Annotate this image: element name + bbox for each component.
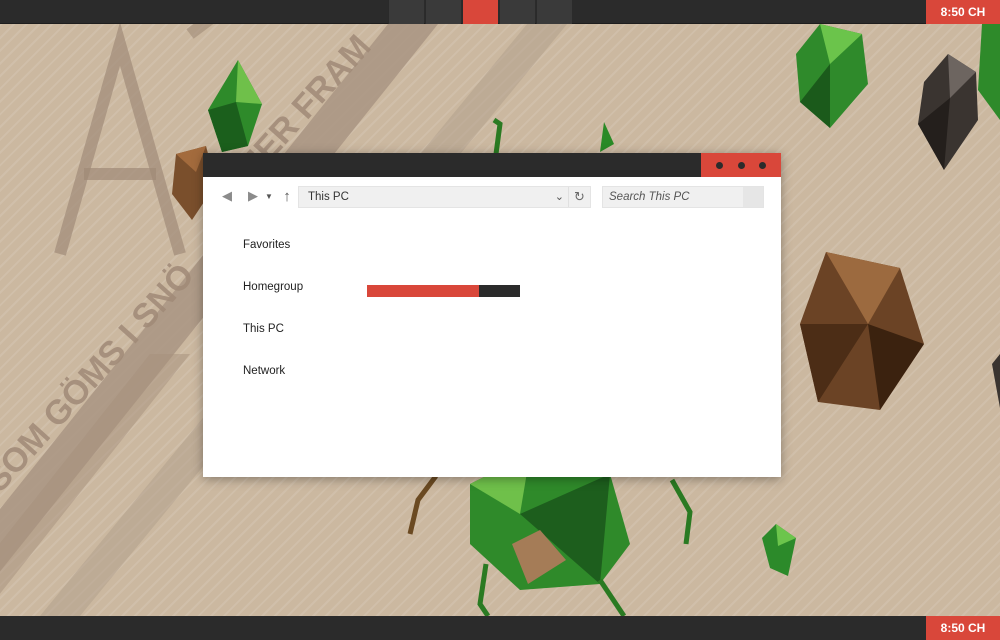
search-box — [602, 186, 764, 208]
maximize-button[interactable] — [737, 161, 745, 169]
nav-item-network[interactable]: Network — [243, 365, 363, 407]
up-arrow-icon[interactable]: ↑ — [277, 186, 297, 206]
minimize-button[interactable] — [715, 161, 723, 169]
back-arrow-icon[interactable]: ◀ — [217, 186, 237, 206]
search-icon[interactable] — [743, 187, 763, 207]
close-button[interactable] — [759, 161, 767, 169]
taskbar-button-4[interactable] — [536, 0, 572, 24]
refresh-icon[interactable]: ↻ — [568, 187, 590, 207]
address-bar[interactable]: This PC ⌄ ↻ — [298, 186, 591, 208]
file-explorer-window: ◀ ▶ ▼ ↑ This PC ⌄ ↻ Favorites Homegroup … — [203, 153, 781, 477]
window-controls — [701, 153, 781, 177]
taskbar-clock[interactable]: 8:50 CH — [926, 0, 1000, 24]
loading-progress-bar — [367, 285, 520, 297]
nav-item-this-pc[interactable]: This PC — [243, 323, 363, 365]
nav-item-favorites[interactable]: Favorites — [243, 239, 363, 281]
navigation-pane: Favorites Homegroup This PC Network — [243, 239, 363, 407]
nav-item-homegroup[interactable]: Homegroup — [243, 281, 363, 323]
chevron-down-icon[interactable]: ▼ — [259, 186, 279, 206]
window-titlebar[interactable] — [203, 153, 781, 177]
navigation-bar: ◀ ▶ ▼ ↑ This PC ⌄ ↻ — [203, 177, 781, 217]
taskbar-button-3[interactable] — [499, 0, 535, 24]
top-taskbar: 8:50 CH — [0, 0, 1000, 24]
taskbar-button-1[interactable] — [388, 0, 424, 24]
address-dropdown-icon[interactable]: ⌄ — [555, 190, 564, 203]
taskbar-clock-bottom[interactable]: 8:50 CH — [926, 616, 1000, 640]
progress-bar-fill — [367, 285, 479, 297]
search-input[interactable] — [603, 187, 743, 207]
taskbar-button-2[interactable] — [425, 0, 461, 24]
address-text: This PC — [308, 191, 349, 203]
bottom-taskbar: 8:50 CH — [0, 616, 1000, 640]
taskbar-button-explorer-active[interactable] — [462, 0, 498, 24]
